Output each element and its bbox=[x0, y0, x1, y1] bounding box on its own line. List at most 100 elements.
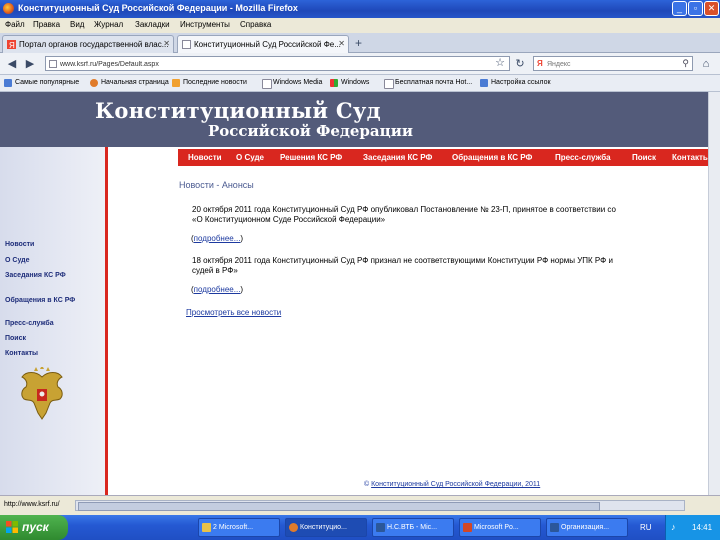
more-link[interactable]: подробнее... bbox=[194, 285, 241, 294]
page-viewport: Конституционный Суд Российской Федерации… bbox=[0, 92, 720, 495]
bookmarks-toolbar: Самые популярные Начальная страница Посл… bbox=[0, 75, 720, 92]
left-sidebar: Новости О Суде Заседания КС РФ Обращения… bbox=[0, 147, 105, 495]
word-icon bbox=[550, 523, 559, 532]
menu-history[interactable]: Журнал bbox=[94, 20, 123, 29]
news-item-2-more[interactable]: (подробнее...) bbox=[191, 285, 243, 294]
coat-of-arms-icon bbox=[21, 367, 63, 420]
taskbar-item[interactable]: Организация... bbox=[546, 518, 628, 537]
menu-help[interactable]: Справка bbox=[240, 20, 271, 29]
tab-portal[interactable]: Я Портал органов государственной влас...… bbox=[2, 35, 174, 53]
nav-about[interactable]: О Суде bbox=[236, 153, 264, 162]
page-icon bbox=[262, 79, 272, 89]
back-icon[interactable]: ◀ bbox=[4, 56, 20, 72]
menu-tools[interactable]: Инструменты bbox=[180, 20, 230, 29]
menu-bar: Файл Правка Вид Журнал Закладки Инструме… bbox=[0, 18, 720, 33]
status-bar: http://www.ksrf.ru/ bbox=[0, 495, 720, 515]
page-favicon bbox=[182, 40, 191, 49]
scrollbar-thumb[interactable] bbox=[78, 502, 600, 511]
bookmark-item[interactable]: Настройка ссылок bbox=[480, 79, 551, 87]
page-icon bbox=[49, 60, 57, 68]
vertical-scrollbar[interactable] bbox=[708, 92, 720, 495]
sidebar-item-contacts[interactable]: Контакты bbox=[5, 349, 38, 358]
tab-bar: Я Портал органов государственной влас...… bbox=[0, 33, 720, 53]
nav-sessions[interactable]: Заседания КС РФ bbox=[363, 153, 432, 162]
search-icon[interactable]: ⚲ bbox=[682, 58, 689, 69]
tab-close-icon[interactable]: ✕ bbox=[163, 39, 170, 48]
bookmark-item[interactable]: Бесплатная почта Hot... bbox=[384, 79, 472, 89]
taskbar-item[interactable]: Н.С.ВТБ - Mic... bbox=[372, 518, 454, 537]
bookmark-star-icon[interactable]: ☆ bbox=[492, 55, 508, 71]
taskbar-item[interactable]: Microsoft Po... bbox=[459, 518, 541, 537]
nav-appeals[interactable]: Обращения в КС РФ bbox=[452, 153, 532, 162]
forward-icon[interactable]: ▶ bbox=[22, 56, 38, 72]
nav-press[interactable]: Пресс-служба bbox=[555, 153, 611, 162]
footer-link[interactable]: Конституционный Суд Российской Федерации… bbox=[371, 481, 540, 488]
search-input[interactable] bbox=[547, 59, 672, 69]
nav-decisions[interactable]: Решения КС РФ bbox=[280, 153, 342, 162]
top-nav-bar: Новости О Суде Решения КС РФ Заседания К… bbox=[178, 149, 720, 166]
start-button[interactable]: пуск bbox=[0, 515, 68, 540]
more-link[interactable]: подробнее... bbox=[194, 234, 241, 243]
system-tray: ♪ 14:41 bbox=[665, 515, 720, 540]
windows-flag-icon bbox=[6, 521, 18, 533]
svg-text:Я: Я bbox=[9, 41, 15, 49]
yandex-icon: Я bbox=[537, 59, 543, 68]
news-item-1-text-cont: «О Конституционном Суде Российской Федер… bbox=[192, 215, 386, 224]
sidebar-item-appeals[interactable]: Обращения в КС РФ bbox=[5, 296, 85, 305]
nav-search[interactable]: Поиск bbox=[632, 153, 656, 162]
menu-file[interactable]: Файл bbox=[5, 20, 25, 29]
status-text: http://www.ksrf.ru/ bbox=[4, 501, 60, 508]
windows-icon bbox=[330, 79, 338, 87]
home-icon[interactable]: ⌂ bbox=[698, 56, 714, 72]
bookmark-item[interactable]: Начальная страница bbox=[90, 79, 169, 87]
url-input[interactable] bbox=[60, 59, 480, 69]
firefox-small-icon bbox=[90, 79, 98, 87]
firefox-icon bbox=[3, 3, 14, 14]
sidebar-item-search[interactable]: Поиск bbox=[5, 334, 26, 343]
url-bar[interactable] bbox=[45, 56, 510, 71]
all-news-link[interactable]: Просмотреть все новости bbox=[186, 308, 281, 317]
news-item-1-more[interactable]: (подробнее...) bbox=[191, 234, 243, 243]
bookmark-item[interactable]: Последние новости bbox=[172, 79, 247, 87]
sidebar-divider bbox=[105, 147, 108, 495]
link-icon bbox=[480, 79, 488, 87]
nav-news[interactable]: Новости bbox=[188, 153, 222, 162]
horizontal-scrollbar[interactable] bbox=[75, 500, 685, 511]
sidebar-item-press[interactable]: Пресс-служба bbox=[5, 319, 54, 328]
bookmark-item[interactable]: Самые популярные bbox=[4, 79, 79, 87]
reload-icon[interactable]: ↻ bbox=[512, 56, 528, 72]
maximize-button[interactable]: ▫ bbox=[688, 1, 703, 16]
folder-icon bbox=[4, 79, 12, 87]
site-title-line2: Российской Федерации bbox=[208, 122, 413, 140]
taskbar-item[interactable]: Конституцио... bbox=[285, 518, 367, 537]
language-indicator[interactable]: RU bbox=[640, 523, 652, 532]
taskbar-item[interactable]: 2 Microsoft... bbox=[198, 518, 280, 537]
folder-icon bbox=[202, 523, 211, 532]
tab-label: Портал органов государственной влас... bbox=[19, 40, 169, 49]
search-bar[interactable]: Я ⚲ bbox=[533, 56, 693, 71]
section-title: Новости - Анонсы bbox=[179, 180, 254, 190]
nav-contacts[interactable]: Контакты bbox=[672, 153, 710, 162]
window-titlebar: Конституционный Суд Российской Федерации… bbox=[0, 0, 720, 18]
tab-ksrf[interactable]: Конституционный Суд Российской Фе... ✕ bbox=[177, 35, 349, 53]
menu-view[interactable]: Вид bbox=[70, 20, 84, 29]
new-tab-button[interactable]: + bbox=[355, 36, 362, 50]
menu-bookmarks[interactable]: Закладки bbox=[135, 20, 170, 29]
close-button[interactable]: ✕ bbox=[704, 1, 719, 16]
page-icon bbox=[384, 79, 394, 89]
site-title-line1: Конституционный Суд bbox=[95, 98, 381, 123]
speaker-icon[interactable]: ♪ bbox=[671, 522, 676, 532]
sidebar-item-news[interactable]: Новости bbox=[5, 240, 34, 249]
bookmark-item[interactable]: Windows bbox=[330, 79, 369, 87]
sidebar-item-about[interactable]: О Суде bbox=[5, 256, 30, 265]
site-header: Конституционный Суд Российской Федерации bbox=[0, 92, 720, 147]
firefox-icon bbox=[289, 523, 298, 532]
navigation-bar: ◀ ▶ ☆ ↻ Я ⚲ ⌂ bbox=[0, 53, 720, 75]
tab-close-icon[interactable]: ✕ bbox=[338, 39, 345, 48]
minimize-button[interactable]: _ bbox=[672, 1, 687, 16]
bookmark-item[interactable]: Windows Media bbox=[262, 79, 322, 89]
yandex-favicon: Я bbox=[7, 40, 16, 49]
news-item-2-text: 18 октября 2011 года Конституционный Суд… bbox=[192, 256, 613, 265]
menu-edit[interactable]: Правка bbox=[33, 20, 60, 29]
sidebar-item-sessions[interactable]: Заседания КС РФ bbox=[5, 271, 77, 280]
